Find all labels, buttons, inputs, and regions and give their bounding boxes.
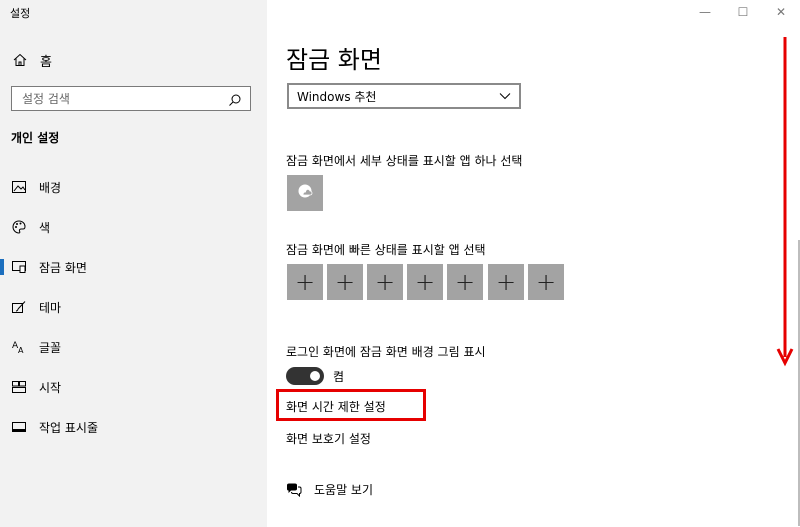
quick-status-add-button[interactable]: + xyxy=(528,264,564,300)
detailed-status-app-button[interactable] xyxy=(287,175,323,211)
quick-status-add-button[interactable]: + xyxy=(287,264,323,300)
sidebar-item-label: 시작 xyxy=(39,380,62,395)
detailed-status-label: 잠금 화면에서 세부 상태를 표시할 앱 하나 선택 xyxy=(286,154,523,168)
sidebar-item-theme[interactable]: 테마 xyxy=(0,287,267,327)
annotation-arrow-down-icon xyxy=(776,37,794,367)
sidebar-item-label: 색 xyxy=(39,220,51,235)
quick-status-add-button[interactable]: + xyxy=(327,264,363,300)
start-icon xyxy=(11,379,27,395)
picture-icon xyxy=(11,179,27,195)
sidebar-item-start[interactable]: 시작 xyxy=(0,367,267,407)
help-link[interactable]: 도움말 보기 xyxy=(286,481,373,498)
home-button[interactable]: 홈 xyxy=(12,50,52,70)
background-dropdown[interactable]: Windows 추천 xyxy=(287,83,521,109)
palette-icon xyxy=(11,219,27,235)
quick-status-add-button[interactable]: + xyxy=(488,264,524,300)
quick-status-add-button[interactable]: + xyxy=(367,264,403,300)
sidebar-item-taskbar[interactable]: 작업 표시줄 xyxy=(0,407,267,447)
sidebar-item-label: 글꼴 xyxy=(39,340,62,355)
search-box[interactable] xyxy=(11,86,251,111)
page-title: 잠금 화면 xyxy=(286,46,382,74)
sidebar-item-color[interactable]: 색 xyxy=(0,207,267,247)
quick-status-label: 잠금 화면에 빠른 상태를 표시할 앱 선택 xyxy=(286,243,486,257)
annotation-highlight-box xyxy=(276,389,426,421)
maximize-button[interactable]: ☐ xyxy=(724,0,762,24)
weather-icon xyxy=(296,183,314,203)
sidebar-item-label: 작업 표시줄 xyxy=(39,420,99,435)
help-link-label: 도움말 보기 xyxy=(314,483,374,497)
sidebar-item-lock-screen[interactable]: 잠금 화면 xyxy=(0,247,267,287)
svg-text:A: A xyxy=(18,346,24,354)
font-icon: AA xyxy=(11,339,27,355)
signin-background-label: 로그인 화면에 잠금 화면 배경 그림 표시 xyxy=(286,345,486,359)
chevron-down-icon xyxy=(499,89,511,103)
sidebar-item-label: 배경 xyxy=(39,180,62,195)
app-title: 설정 xyxy=(10,7,31,20)
search-input[interactable] xyxy=(20,90,228,107)
close-button[interactable]: ✕ xyxy=(762,0,800,24)
screensaver-link[interactable]: 화면 보호기 설정 xyxy=(286,430,371,447)
home-icon xyxy=(12,52,28,68)
home-label: 홈 xyxy=(40,54,52,70)
sidebar: 설정 홈 개인 설정 배경 색 잠금 화면 테마 xyxy=(0,0,267,527)
minimize-button[interactable]: — xyxy=(686,0,724,24)
toggle-knob xyxy=(310,371,320,381)
sidebar-item-fonts[interactable]: AA 글꼴 xyxy=(0,327,267,367)
lock-screen-icon xyxy=(11,259,27,275)
sidebar-item-label: 잠금 화면 xyxy=(39,260,87,275)
toggle-state-label: 켬 xyxy=(333,370,345,384)
chat-help-icon xyxy=(286,482,302,498)
sidebar-item-background[interactable]: 배경 xyxy=(0,167,267,207)
search-icon[interactable] xyxy=(228,92,242,106)
section-title: 개인 설정 xyxy=(11,131,60,145)
sidebar-item-label: 테마 xyxy=(39,300,62,315)
quick-status-add-button[interactable]: + xyxy=(407,264,443,300)
taskbar-icon xyxy=(11,419,27,435)
theme-icon xyxy=(11,299,27,315)
dropdown-value: Windows 추천 xyxy=(297,89,377,104)
quick-status-add-button[interactable]: + xyxy=(447,264,483,300)
signin-background-toggle[interactable] xyxy=(286,367,324,385)
